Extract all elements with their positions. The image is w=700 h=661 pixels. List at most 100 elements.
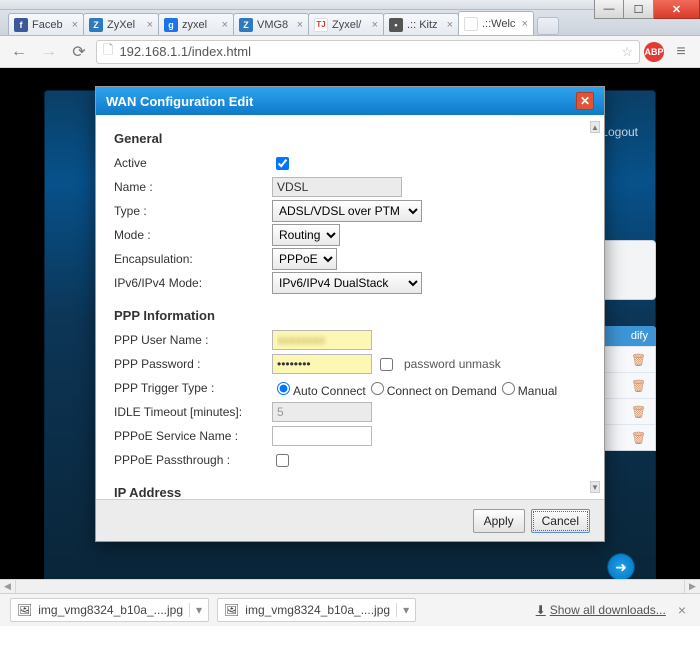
tab-close-icon[interactable]: × bbox=[522, 18, 528, 30]
active-checkbox[interactable] bbox=[276, 157, 289, 170]
side-header-text: dify bbox=[631, 330, 648, 342]
trigger-manual[interactable]: Manual bbox=[497, 379, 557, 398]
scroll-up-icon[interactable]: ▲ bbox=[590, 121, 600, 133]
side-table-row: 🗑 bbox=[599, 372, 655, 398]
tab-close-icon[interactable]: × bbox=[372, 19, 378, 31]
label-active: Active bbox=[114, 156, 272, 170]
browser-tab[interactable]: •.:: Kitz× bbox=[383, 13, 459, 35]
scroll-left-icon[interactable]: ◀ bbox=[0, 580, 16, 593]
side-table-row: 🗑 bbox=[599, 346, 655, 372]
file-icon: 🖼 bbox=[17, 603, 32, 617]
forward-button[interactable]: → bbox=[36, 39, 62, 65]
trigger-auto-radio[interactable] bbox=[277, 382, 290, 395]
service-name-input[interactable] bbox=[272, 426, 372, 446]
passthrough-checkbox[interactable] bbox=[276, 454, 289, 467]
next-arrow-button[interactable]: ➜ bbox=[608, 554, 634, 580]
type-select[interactable]: ADSL/VDSL over PTM bbox=[272, 200, 422, 222]
side-table-row: 🗑 bbox=[599, 398, 655, 424]
tab-label: VMG8 bbox=[257, 19, 288, 31]
apply-button[interactable]: Apply bbox=[473, 509, 525, 533]
label-trigger: PPP Trigger Type : bbox=[114, 381, 272, 395]
reload-button[interactable]: ⟳ bbox=[66, 39, 92, 65]
wan-config-dialog: WAN Configuration Edit ✕ ▲ ▼ General Act… bbox=[95, 86, 605, 542]
bookmark-icon[interactable]: ☆ bbox=[621, 44, 633, 60]
browser-tab[interactable]: fFaceb× bbox=[8, 13, 84, 35]
label-ipmode: IPv6/IPv4 Mode: bbox=[114, 276, 272, 290]
download-menu-icon[interactable]: ▾ bbox=[396, 603, 409, 617]
side-table-header: dify bbox=[598, 326, 656, 346]
tab-label: .::Welc bbox=[482, 18, 515, 30]
tab-label: ZyXel bbox=[107, 19, 135, 31]
tab-close-icon[interactable]: × bbox=[222, 19, 228, 31]
download-arrow-icon: ⬇ bbox=[536, 603, 546, 617]
unmask-label: password unmask bbox=[404, 357, 501, 371]
trigger-auto-label: Auto Connect bbox=[293, 384, 366, 398]
tab-close-icon[interactable]: × bbox=[447, 19, 453, 31]
trash-icon[interactable]: 🗑 bbox=[631, 431, 645, 445]
tab-close-icon[interactable]: × bbox=[72, 19, 78, 31]
scroll-down-icon[interactable]: ▼ bbox=[590, 481, 600, 493]
download-item[interactable]: 🖼 img_vmg8324_b10a_....jpg ▾ bbox=[10, 598, 209, 622]
url-text: 192.168.1.1/index.html bbox=[119, 44, 251, 59]
show-all-downloads-link[interactable]: ⬇ Show all downloads... bbox=[536, 603, 666, 617]
encap-select[interactable]: PPPoE bbox=[272, 248, 337, 270]
trash-icon[interactable]: 🗑 bbox=[631, 405, 645, 419]
idle-input[interactable] bbox=[272, 402, 372, 422]
browser-tab[interactable]: ZVMG8× bbox=[233, 13, 309, 35]
tab-close-icon[interactable]: × bbox=[297, 19, 303, 31]
unmask-checkbox[interactable] bbox=[380, 358, 393, 371]
label-ppp-pass: PPP Password : bbox=[114, 357, 272, 371]
dialog-scrollbar[interactable]: ▲ ▼ bbox=[590, 121, 600, 493]
side-panel-card bbox=[598, 240, 656, 300]
show-all-label: Show all downloads... bbox=[550, 603, 666, 617]
downloads-bar: 🖼 img_vmg8324_b10a_....jpg ▾ 🖼 img_vmg83… bbox=[0, 593, 700, 626]
download-item[interactable]: 🖼 img_vmg8324_b10a_....jpg ▾ bbox=[217, 598, 416, 622]
new-tab-button[interactable] bbox=[537, 17, 559, 35]
downloads-close-button[interactable]: × bbox=[674, 602, 690, 618]
dialog-footer: Apply Cancel bbox=[96, 499, 604, 541]
ipmode-select[interactable]: IPv6/IPv4 DualStack bbox=[272, 272, 422, 294]
browser-tab[interactable]: gzyxel× bbox=[158, 13, 234, 35]
ppp-user-input[interactable] bbox=[272, 330, 372, 350]
section-general: General bbox=[114, 131, 586, 146]
mode-select[interactable]: Routing bbox=[272, 224, 340, 246]
browser-tab[interactable]: ZZyXel× bbox=[83, 13, 159, 35]
back-button[interactable]: ← bbox=[6, 39, 32, 65]
tab-label: zyxel bbox=[182, 19, 207, 31]
browser-toolbar: ← → ⟳ 🗋 192.168.1.1/index.html ☆ ABP ≡ bbox=[0, 36, 700, 68]
dialog-header: WAN Configuration Edit ✕ bbox=[96, 87, 604, 115]
adblock-icon[interactable]: ABP bbox=[644, 42, 664, 62]
dialog-close-button[interactable]: ✕ bbox=[576, 92, 594, 110]
trash-icon[interactable]: 🗑 bbox=[631, 379, 645, 393]
menu-button[interactable]: ≡ bbox=[668, 39, 694, 65]
browser-tab-active[interactable]: .::Welc × bbox=[458, 11, 534, 35]
trigger-manual-label: Manual bbox=[518, 384, 557, 398]
label-name: Name : bbox=[114, 180, 272, 194]
trigger-auto[interactable]: Auto Connect bbox=[272, 379, 366, 398]
ppp-pass-input[interactable] bbox=[272, 354, 372, 374]
name-input[interactable] bbox=[272, 177, 402, 197]
trigger-demand-radio[interactable] bbox=[371, 382, 384, 395]
download-menu-icon[interactable]: ▾ bbox=[189, 603, 202, 617]
window-close-button[interactable]: ✕ bbox=[654, 0, 700, 19]
tab-label: Zyxel/ bbox=[332, 19, 361, 31]
address-bar[interactable]: 🗋 192.168.1.1/index.html ☆ bbox=[96, 40, 640, 64]
cancel-button[interactable]: Cancel bbox=[531, 509, 590, 533]
horizontal-scrollbar[interactable]: ◀▶ bbox=[0, 579, 700, 593]
trigger-demand-label: Connect on Demand bbox=[387, 384, 497, 398]
window-minimize-button[interactable]: — bbox=[594, 0, 624, 19]
side-table: 🗑 🗑 🗑 🗑 bbox=[598, 346, 656, 451]
section-ppp: PPP Information bbox=[114, 308, 586, 323]
scroll-right-icon[interactable]: ▶ bbox=[684, 580, 700, 593]
window-maximize-button[interactable]: ☐ bbox=[624, 0, 654, 19]
trigger-demand[interactable]: Connect on Demand bbox=[366, 379, 497, 398]
download-filename: img_vmg8324_b10a_....jpg bbox=[245, 603, 390, 617]
side-table-row: 🗑 bbox=[599, 424, 655, 450]
tab-label: Faceb bbox=[32, 19, 63, 31]
dialog-body: ▲ ▼ General Active Name : Type : ADSL/VD… bbox=[96, 115, 604, 499]
trash-icon[interactable]: 🗑 bbox=[631, 353, 645, 367]
browser-tab[interactable]: TJZyxel/× bbox=[308, 13, 384, 35]
label-type: Type : bbox=[114, 204, 272, 218]
tab-close-icon[interactable]: × bbox=[147, 19, 153, 31]
trigger-manual-radio[interactable] bbox=[502, 382, 515, 395]
